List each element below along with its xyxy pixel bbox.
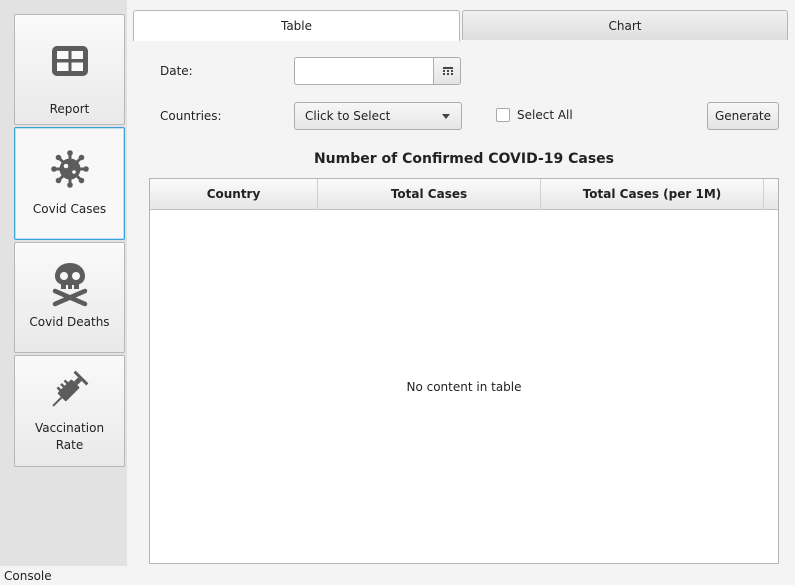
date-picker-button[interactable]	[433, 57, 461, 85]
column-header-country[interactable]: Country	[150, 179, 318, 209]
sidebar-item-label: Report	[49, 102, 90, 116]
virus-icon	[50, 150, 89, 191]
sidebar-item-covid-deaths[interactable]: Covid Deaths	[14, 242, 125, 353]
tab-bar: Table Chart	[127, 10, 795, 42]
date-input[interactable]	[294, 57, 433, 85]
sidebar-item-report[interactable]: Report	[14, 14, 125, 125]
sidebar-item-label: Vaccination Rate	[34, 421, 105, 452]
cases-table: Country Total Cases Total Cases (per 1M)…	[149, 178, 779, 564]
table-grid-icon	[51, 46, 88, 79]
tab-chart[interactable]: Chart	[462, 10, 788, 40]
sidebar-item-covid-cases[interactable]: Covid Cases	[14, 127, 125, 240]
select-all-label: Select All	[517, 108, 573, 122]
countries-dropdown[interactable]: Click to Select	[294, 102, 462, 130]
chevron-down-icon	[442, 114, 450, 119]
sidebar-item-label: Covid Deaths	[29, 315, 110, 329]
table-header: Country Total Cases Total Cases (per 1M)	[150, 179, 778, 210]
sidebar-item-label: Covid Cases	[32, 202, 107, 216]
console-label[interactable]: Console	[4, 569, 52, 583]
table-title: Number of Confirmed COVID-19 Cases	[313, 151, 615, 167]
skull-crossbones-icon	[49, 261, 91, 310]
calendar-icon	[443, 67, 453, 75]
column-header-total-cases[interactable]: Total Cases	[318, 179, 541, 209]
tab-table[interactable]: Table	[133, 10, 460, 42]
countries-label: Countries:	[160, 109, 222, 123]
app-window: Report Covid Cases Covid Deaths Vaccinat…	[0, 0, 795, 585]
table-empty-message: No content in table	[406, 380, 522, 394]
column-header-total-cases-per-1m[interactable]: Total Cases (per 1M)	[541, 179, 764, 209]
generate-button[interactable]: Generate	[707, 102, 779, 130]
checkbox-box[interactable]	[496, 108, 510, 122]
sidebar-item-vaccination-rate[interactable]: Vaccination Rate	[14, 355, 125, 467]
countries-dropdown-value: Click to Select	[305, 109, 391, 123]
column-header-filler	[764, 179, 778, 209]
sidebar: Report Covid Cases Covid Deaths Vaccinat…	[0, 0, 127, 566]
syringe-icon	[47, 366, 93, 415]
date-label: Date:	[160, 64, 193, 78]
